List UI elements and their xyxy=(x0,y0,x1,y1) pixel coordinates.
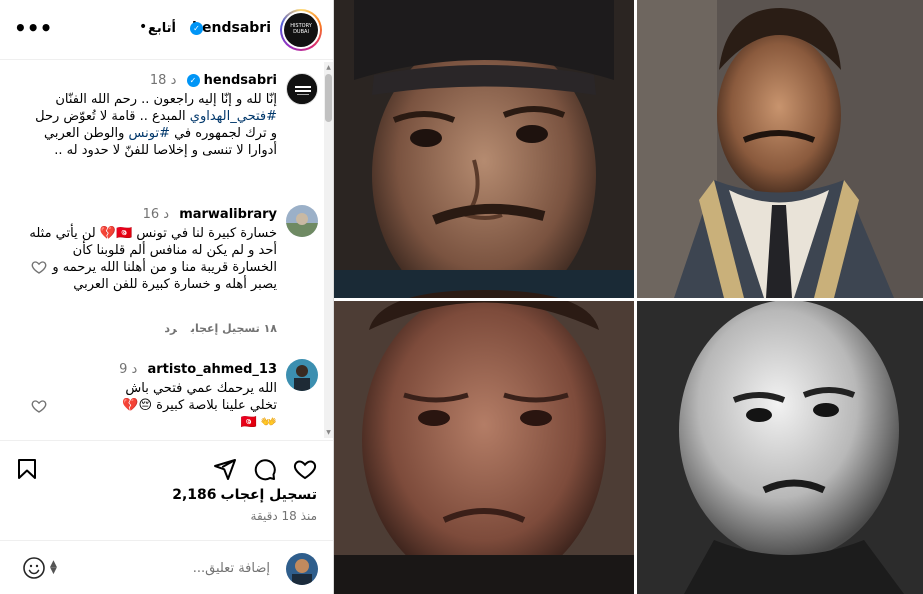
comment-actions: ١٨ تسجيل إعجاب رد xyxy=(150,322,277,335)
scroll-up-arrow-icon[interactable]: ▲ xyxy=(325,64,332,71)
add-comment-bar: ▲▼ xyxy=(0,540,333,594)
verified-icon: ✓ xyxy=(190,22,203,35)
instagram-post-view: HISTORY DUBAI hendsabri ✓ أتابع • ••• 18… xyxy=(0,0,923,594)
caption-text-part: إنّا لله و إنّا إليه راجعون .. رحم الله … xyxy=(55,92,277,107)
list-item: 9 د artisto_ahmed_13 الله يرحمك عمي فتحي… xyxy=(0,355,333,439)
hashtag-link[interactable]: #تونس xyxy=(129,126,170,141)
comment-meta: 18 د ✓ hendsabri xyxy=(150,73,277,88)
emoji-icon[interactable] xyxy=(22,556,46,580)
avatar[interactable] xyxy=(286,205,318,237)
likes-label: تسجيل إعجاب xyxy=(220,487,317,503)
photo-top-left xyxy=(334,0,634,315)
scroll-down-arrow-icon[interactable]: ▼ xyxy=(325,429,332,436)
avatar-photo xyxy=(286,205,318,237)
bookmark-icon[interactable] xyxy=(15,457,39,481)
heart-icon[interactable] xyxy=(293,457,317,481)
likes-summary[interactable]: 2,186 تسجيل إعجاب xyxy=(172,487,317,503)
caption-comment: 18 د ✓ hendsabri إنّا لله و إنّا إليه را… xyxy=(0,71,333,191)
comment-time: 18 د xyxy=(149,73,177,88)
emoji-caret-icon[interactable]: ▲ ▼ xyxy=(50,560,57,576)
comment-text: الله يرحمك عمي فتحي باش تخلي علينا بلاصة… xyxy=(122,381,277,430)
scrollbar-thumb[interactable] xyxy=(325,74,332,122)
reply-button[interactable]: رد xyxy=(164,322,177,335)
comment-username[interactable]: marwalibrary xyxy=(179,207,277,222)
separator-dot: • xyxy=(139,19,148,35)
likes-count: 2,186 xyxy=(172,487,217,503)
comments-list: 18 د ✓ hendsabri إنّا لله و إنّا إليه را… xyxy=(0,61,333,439)
author-avatar[interactable]: HISTORY DUBAI xyxy=(280,9,322,51)
post-image[interactable] xyxy=(334,0,923,594)
avatar[interactable] xyxy=(286,359,318,391)
share-icon[interactable] xyxy=(213,457,237,481)
comment-time: 16 د xyxy=(142,207,170,222)
avatar-photo xyxy=(286,359,318,391)
like-comment-heart-icon[interactable] xyxy=(31,398,47,414)
comment-meta: 16 د marwalibrary xyxy=(143,207,277,222)
post-time-ago: منذ 18 دقيقة xyxy=(250,509,317,523)
add-comment-input[interactable] xyxy=(70,557,270,579)
avatar[interactable] xyxy=(286,73,318,105)
verified-icon: ✓ xyxy=(186,74,200,87)
comment-likes[interactable]: ١٨ تسجيل إعجاب xyxy=(191,322,277,335)
comment-username[interactable]: artisto_ahmed_13 xyxy=(147,362,277,377)
follow-button[interactable]: أتابع xyxy=(148,21,176,36)
caption-text: إنّا لله و إنّا إليه راجعون .. رحم الله … xyxy=(25,91,277,159)
avatar-logo-icon xyxy=(288,75,317,104)
comment-username[interactable]: hendsabri xyxy=(204,73,277,88)
comments-scrollbar[interactable]: ▲ ▼ xyxy=(324,62,333,438)
avatar-photo xyxy=(286,553,318,585)
post-header: HISTORY DUBAI hendsabri ✓ أتابع • ••• xyxy=(0,0,333,60)
comment-meta: 9 د artisto_ahmed_13 xyxy=(119,362,277,377)
list-item: 16 د marwalibrary خسارة كبيرة لنا في تون… xyxy=(0,203,333,343)
hashtag-link[interactable]: #فتحي_الهداوي xyxy=(190,109,277,124)
comment-time: 9 د xyxy=(119,362,138,377)
more-icon[interactable]: ••• xyxy=(14,16,52,40)
comment-icon[interactable] xyxy=(253,457,277,481)
like-comment-heart-icon[interactable] xyxy=(31,259,47,275)
collage-image xyxy=(334,0,923,594)
photo-bottom-left xyxy=(334,290,634,594)
author-avatar-logo: HISTORY DUBAI xyxy=(284,13,318,47)
post-sidebar: HISTORY DUBAI hendsabri ✓ أتابع • ••• 18… xyxy=(0,0,334,594)
current-user-avatar xyxy=(286,553,318,585)
comment-text: خسارة كبيرة لنا في تونس 🇹🇳💔 لن يأتي مثله… xyxy=(29,226,277,292)
post-action-bar xyxy=(0,440,333,490)
author-username[interactable]: hendsabri xyxy=(192,20,271,36)
photo-top-right xyxy=(637,0,923,298)
photo-bottom-right xyxy=(637,300,923,594)
